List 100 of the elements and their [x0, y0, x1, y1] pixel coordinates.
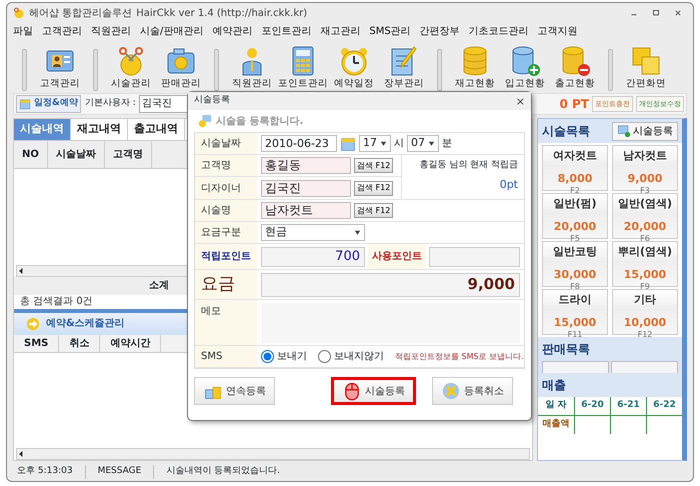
toolbar-button[interactable]: 직원관리	[228, 45, 276, 92]
toolbar-button[interactable]: 시술관리	[107, 45, 155, 92]
text-field[interactable]: 김국진	[261, 180, 351, 196]
table-header: 6-22	[646, 397, 682, 416]
panel-title: 매출	[542, 377, 566, 394]
radio-label[interactable]: 보내기	[277, 349, 307, 364]
menu-item[interactable]: 포인트관리	[261, 24, 312, 40]
panel-title: 판매목록	[542, 341, 590, 358]
menu-item[interactable]: 직원관리	[91, 24, 131, 40]
toolbar-button[interactable]: 장부관리	[380, 45, 428, 92]
sms-note: 적립포인트정보를 SMS로 보냅니다.	[395, 350, 524, 362]
toolbar-button[interactable]: 출고현황	[551, 45, 599, 92]
search-button[interactable]: 검색 F12	[354, 203, 394, 218]
field-label: 적립포인트	[201, 250, 251, 264]
fee-field[interactable]: 9,000	[261, 272, 520, 296]
column-header: 예약시간	[100, 334, 162, 352]
menu-item[interactable]: 고객지원	[538, 24, 578, 40]
menu-item[interactable]: 파일	[13, 24, 33, 40]
register-button[interactable]: 시술등록	[612, 122, 678, 140]
product-tab[interactable]	[542, 361, 609, 373]
toolbar-button[interactable]: 판매관리	[157, 45, 205, 92]
text-field[interactable]: 홍길동	[261, 157, 351, 174]
toolbar-button[interactable]: 재고현황	[451, 45, 499, 92]
chat-icon	[198, 114, 212, 128]
column-header: SMS	[14, 334, 60, 352]
balance-value: 0pt	[500, 176, 518, 192]
field-label: 사용포인트	[372, 250, 422, 264]
close-button[interactable]: ×	[516, 96, 525, 106]
toolbar-button[interactable]: 예약일정	[330, 45, 378, 92]
table-header: 6-20	[574, 397, 610, 416]
service-button[interactable]: 일반(펌) 20,000 F5	[542, 193, 608, 239]
toolbar-button[interactable]: 포인트관리	[278, 45, 328, 92]
search-button[interactable]: 검색 F12	[354, 158, 394, 173]
menu-item[interactable]: 예약관리	[212, 24, 252, 40]
field-label: 시술날짜	[201, 137, 241, 151]
window-title: 헤어샵 통합관리솔루션	[29, 6, 132, 20]
schedule-button[interactable]: 일정&예약	[16, 95, 81, 113]
service-button[interactable]: 뿌리(염색) 15,000 F9	[612, 241, 678, 287]
service-button[interactable]: 여자컷트 8,000 F2	[542, 145, 608, 191]
status-text: 시술내역이 등록되었습니다.	[153, 465, 280, 479]
product-tab[interactable]	[611, 361, 678, 373]
caret-icon	[380, 140, 387, 147]
search-button[interactable]: 검색 F12	[354, 180, 394, 196]
menu-item[interactable]: 간편장부	[420, 24, 460, 40]
payment-select[interactable]: 현금	[261, 224, 365, 241]
service-button[interactable]: 드라이 15,000 F11	[542, 289, 608, 335]
field-label: 고객명	[201, 159, 231, 173]
menu-item[interactable]: SMS관리	[369, 24, 411, 40]
caret-icon	[428, 140, 435, 147]
toolbar-separator	[22, 49, 27, 91]
points-value: 0 PT	[559, 96, 589, 113]
section-title: 예약&스케쥴관리	[46, 317, 125, 331]
minute-select[interactable]: 07	[407, 135, 439, 152]
dialog-button[interactable]: 연속등록	[194, 377, 275, 405]
toolbar-separator	[437, 49, 442, 91]
field-label: SMS	[201, 350, 222, 364]
scroll-left-icon	[17, 266, 25, 274]
status-text: 오후 5:13:03	[17, 465, 73, 478]
toolbar-button[interactable]: 간편화면	[622, 45, 670, 92]
dialog-button[interactable]: 등록취소	[432, 377, 513, 405]
radio-button[interactable]	[318, 350, 331, 363]
radio-label[interactable]: 보내지않기	[334, 349, 384, 364]
toolbar-button[interactable]: 입고현황	[501, 45, 549, 92]
table-header: 6-21	[610, 397, 646, 416]
user-label: 기본사용자 :	[84, 97, 136, 110]
radio-button[interactable]	[261, 350, 274, 363]
field-label: 요금구분	[201, 226, 241, 240]
toolbar-button[interactable]: 고객관리	[36, 45, 84, 92]
service-button[interactable]: 기타 10,000 F12	[612, 289, 678, 335]
menu-item[interactable]: 기초코드관리	[468, 24, 529, 40]
toolbar-separator	[93, 49, 98, 91]
column-header: 고객명	[104, 141, 152, 168]
service-button[interactable]: 일반(염색) 20,000 F6	[612, 193, 678, 239]
points-field[interactable]	[429, 246, 520, 266]
menu-item[interactable]: 재고관리	[320, 24, 360, 40]
calendar-icon	[19, 98, 31, 110]
window-subtitle: HairCkk ver 1.4 (http://hair.ckk.kr)	[136, 6, 308, 20]
alarm-clock-icon	[338, 45, 370, 77]
maximize-icon	[651, 8, 661, 18]
scroll-left-icon	[17, 450, 25, 458]
menu-item[interactable]: 고객관리	[42, 24, 82, 40]
toolbar-separator	[608, 49, 613, 91]
toolbar-separator	[214, 49, 219, 91]
hour-select[interactable]: 17	[359, 135, 391, 152]
windows-icon	[630, 45, 662, 77]
intro-text: 시술을 등록합니다.	[216, 114, 304, 128]
menu-item[interactable]: 시술/판매관리	[140, 24, 204, 40]
text-field[interactable]: 남자컷트	[261, 202, 351, 219]
dialog-button[interactable]: 시술등록	[331, 377, 416, 405]
field-label: 시술명	[201, 204, 231, 218]
service-button[interactable]: 남자컷트 9,000 F3	[612, 145, 678, 191]
date-field[interactable]: 2010-06-23	[261, 135, 337, 152]
points-field[interactable]: 700	[261, 246, 365, 266]
calendar-icon	[340, 136, 356, 152]
service-button[interactable]: 일반코팅 30,000 F8	[542, 241, 608, 287]
balance-text: 홍길동 님의 현재 적립금	[419, 159, 518, 172]
horizontal-scrollbar[interactable]	[16, 448, 530, 460]
unit-label: 시	[394, 137, 404, 151]
column-header: 시술날짜	[48, 141, 105, 168]
status-text: MESSAGE	[84, 465, 142, 479]
